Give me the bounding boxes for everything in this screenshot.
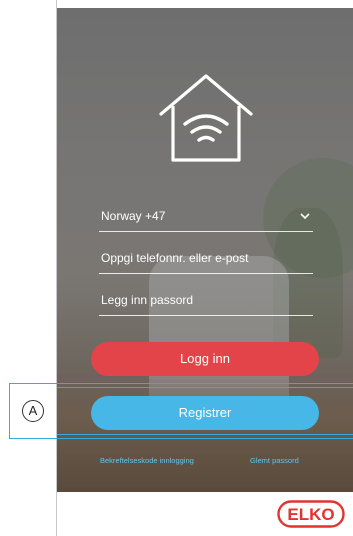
callout-marker: A [22,400,44,422]
footer: ELKO [57,492,353,536]
chevron-down-icon [300,213,310,220]
register-button[interactable]: Registrer [91,396,319,430]
page-margin [0,0,56,536]
elko-logo: ELKO [277,500,345,528]
svg-text:ELKO: ELKO [287,505,334,524]
forgot-password-link[interactable]: Glemt passord [250,456,299,465]
phone-email-placeholder: Oppgi telefonnr. eller e-post [101,251,249,265]
callout-line-top [57,387,353,388]
password-placeholder: Legg inn passord [101,293,194,307]
login-screen: Norway +47 Oppgi telefonnr. eller e-post… [57,8,353,492]
country-select-value: Norway +47 [101,209,166,223]
country-select[interactable]: Norway +47 [99,206,313,232]
background-floor [57,372,353,492]
verification-code-login-link[interactable]: Bekreftelseskode innlogging [100,456,194,465]
callout-line-bottom [57,434,353,435]
password-input[interactable]: Legg inn passord [99,290,313,316]
house-wifi-icon [159,74,253,162]
login-button[interactable]: Logg inn [91,342,319,376]
phone-email-input[interactable]: Oppgi telefonnr. eller e-post [99,248,313,274]
